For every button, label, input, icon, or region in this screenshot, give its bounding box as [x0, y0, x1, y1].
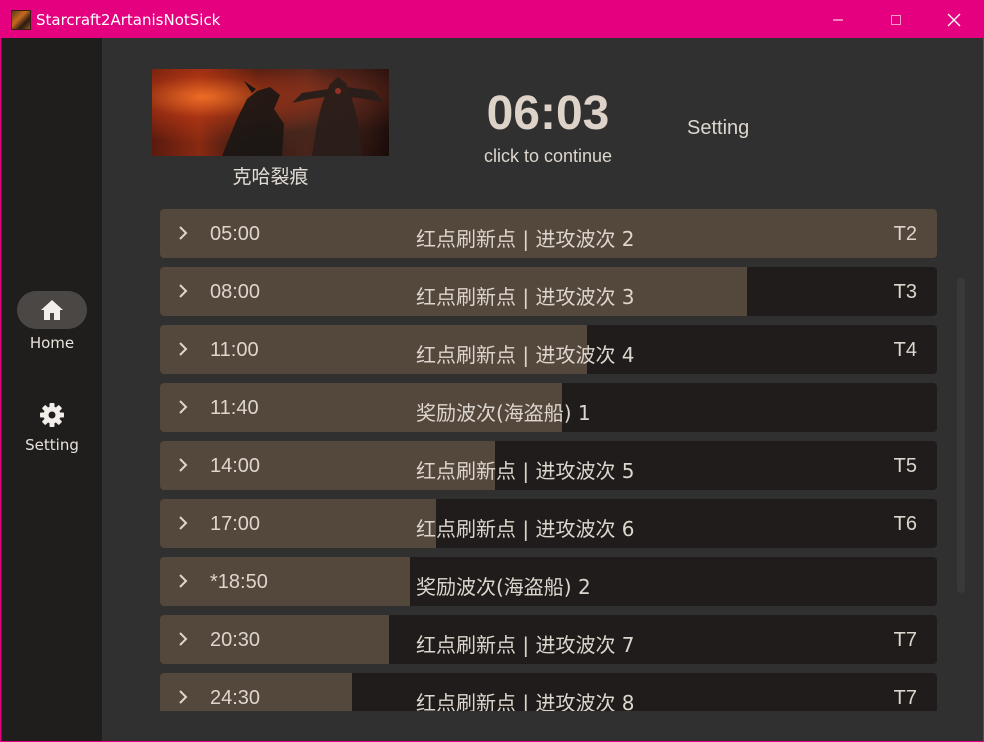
chevron-right-icon[interactable] — [176, 340, 190, 358]
wave-time: 20:30 — [210, 629, 261, 651]
map-image — [152, 69, 389, 156]
setting-pill[interactable] — [17, 396, 87, 434]
wave-row[interactable]: 14:00 红点刷新点 | 进攻波次 5 T5 — [160, 441, 937, 490]
wave-list: 05:00 红点刷新点 | 进攻波次 2 T2 08:00 红点刷新点 | 进攻… — [160, 209, 938, 711]
row-progress — [160, 615, 390, 664]
chevron-right-icon[interactable] — [176, 688, 190, 706]
wave-description: 红点刷新点 | 进攻波次 5 — [416, 459, 635, 483]
chevron-right-icon[interactable] — [176, 514, 190, 532]
game-timer[interactable]: 06:03 — [452, 86, 644, 142]
wave-row[interactable]: 11:40 奖励波次(海盗船) 1 — [160, 383, 937, 432]
wave-description: 奖励波次(海盗船) 1 — [416, 401, 591, 425]
wave-description: 红点刷新点 | 进攻波次 2 — [416, 227, 635, 251]
main-content: 克哈裂痕 06:03 click to continue Setting 05:… — [102, 38, 984, 741]
wave-row[interactable]: *18:50 奖励波次(海盗船) 2 — [160, 557, 937, 606]
wave-row[interactable]: 05:00 红点刷新点 | 进攻波次 2 T2 — [160, 209, 937, 258]
close-icon — [947, 13, 961, 26]
home-icon — [41, 300, 63, 320]
map-artwork — [222, 77, 384, 156]
chevron-right-icon[interactable] — [176, 456, 190, 474]
home-pill[interactable] — [17, 291, 87, 329]
maximize-icon — [891, 14, 901, 25]
wave-time: 05:00 — [210, 223, 261, 245]
wave-description: 红点刷新点 | 进攻波次 6 — [416, 517, 635, 541]
wave-time: 17:00 — [210, 513, 261, 535]
close-button[interactable] — [925, 1, 983, 38]
wave-description: 红点刷新点 | 进攻波次 4 — [416, 343, 635, 367]
window-title: Starcraft2ArtanisNotSick — [36, 11, 221, 29]
list-scrollbar[interactable] — [957, 278, 965, 593]
wave-tier: T7 — [893, 687, 917, 709]
wave-time: 24:30 — [210, 687, 261, 709]
chevron-right-icon[interactable] — [176, 282, 190, 300]
title-bar[interactable]: Starcraft2ArtanisNotSick — [1, 1, 983, 38]
chevron-right-icon[interactable] — [176, 572, 190, 590]
wave-time: 14:00 — [210, 455, 261, 477]
gear-icon — [40, 403, 64, 427]
wave-tier: T3 — [893, 281, 917, 303]
row-progress — [160, 499, 436, 548]
chevron-right-icon[interactable] — [176, 398, 190, 416]
app-icon — [11, 10, 31, 30]
minimize-button[interactable] — [809, 1, 867, 38]
wave-description: 红点刷新点 | 进攻波次 3 — [416, 285, 635, 309]
wave-row[interactable]: 17:00 红点刷新点 | 进攻波次 6 T6 — [160, 499, 937, 548]
wave-tier: T7 — [893, 629, 917, 651]
wave-row[interactable]: 11:00 红点刷新点 | 进攻波次 4 T4 — [160, 325, 937, 374]
wave-row[interactable]: 24:30 红点刷新点 | 进攻波次 8 T7 — [160, 673, 937, 711]
maximize-button[interactable] — [867, 1, 925, 38]
wave-time: 08:00 — [210, 281, 261, 303]
wave-tier: T5 — [893, 455, 917, 477]
row-progress — [160, 557, 411, 606]
wave-row[interactable]: 08:00 红点刷新点 | 进攻波次 3 T3 — [160, 267, 937, 316]
wave-row[interactable]: 20:30 红点刷新点 | 进攻波次 7 T7 — [160, 615, 937, 664]
sidebar-item-label: Home — [29, 334, 75, 352]
sidebar-item-home[interactable]: Home — [2, 288, 102, 358]
wave-tier: T6 — [893, 513, 917, 535]
timer-hint[interactable]: click to continue — [452, 146, 644, 167]
wave-description: 红点刷新点 | 进攻波次 8 — [416, 691, 635, 711]
wave-description: 奖励波次(海盗船) 2 — [416, 575, 591, 599]
wave-tier: T2 — [893, 223, 917, 245]
wave-description: 红点刷新点 | 进攻波次 7 — [416, 633, 635, 657]
wave-time: *18:50 — [210, 571, 268, 593]
wave-tier: T4 — [893, 339, 917, 361]
sidebar: Home Setting — [2, 38, 102, 741]
app-window: Starcraft2ArtanisNotSick Home Setting 克哈… — [0, 0, 984, 742]
minimize-icon — [833, 19, 843, 20]
setting-button[interactable]: Setting — [687, 117, 749, 140]
map-name: 克哈裂痕 — [232, 166, 309, 188]
wave-time: 11:00 — [210, 339, 259, 361]
chevron-right-icon[interactable] — [176, 224, 190, 242]
wave-time: 11:40 — [210, 397, 259, 419]
sidebar-item-label: Setting — [25, 436, 79, 454]
chevron-right-icon[interactable] — [176, 630, 190, 648]
sidebar-item-setting[interactable]: Setting — [2, 393, 102, 463]
